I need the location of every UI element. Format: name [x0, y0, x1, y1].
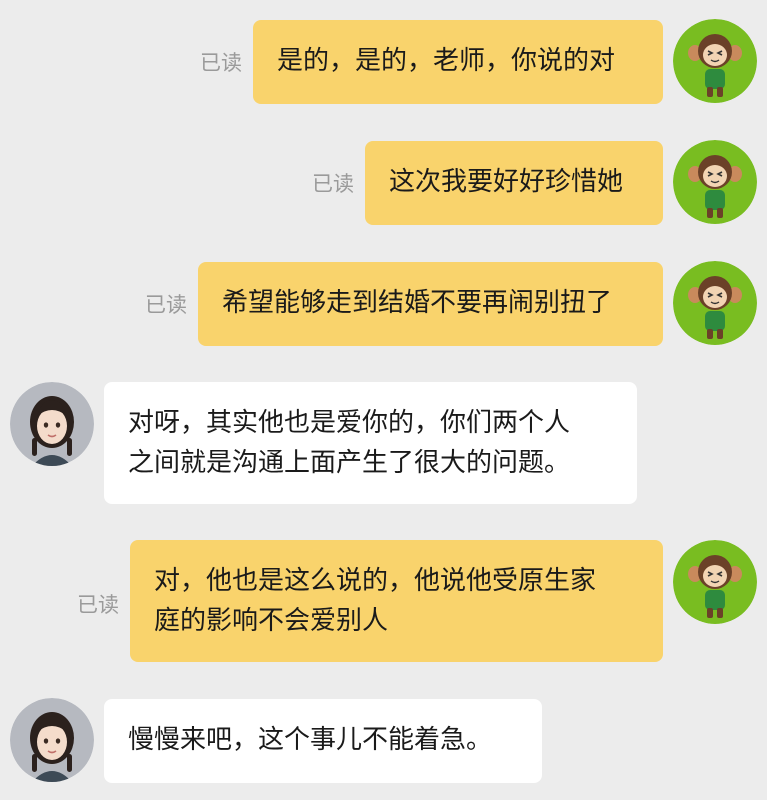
read-receipt: 已读 [312, 172, 354, 196]
message-bubble-incoming[interactable]: 慢慢来吧，这个事儿不能着急。 [104, 699, 542, 783]
monkey-avatar-icon[interactable] [673, 261, 757, 345]
monkey-avatar-icon[interactable] [673, 140, 757, 224]
message-bubble-outgoing[interactable]: 对，他也是这么说的，他说他受原生家 庭的影响不会爱别人 [130, 540, 663, 662]
girl-avatar-icon[interactable] [10, 698, 94, 782]
read-receipt: 已读 [145, 293, 187, 317]
message-bubble-outgoing[interactable]: 是的，是的，老师，你说的对 [253, 20, 663, 104]
read-receipt: 已读 [77, 593, 119, 617]
monkey-avatar-icon[interactable] [673, 19, 757, 103]
message-bubble-outgoing[interactable]: 这次我要好好珍惜她 [365, 141, 663, 225]
monkey-avatar-icon[interactable] [673, 540, 757, 624]
message-bubble-incoming[interactable]: 对呀，其实他也是爱你的，你们两个人 之间就是沟通上面产生了很大的问题。 [104, 382, 637, 504]
message-bubble-outgoing[interactable]: 希望能够走到结婚不要再闹别扭了 [198, 262, 663, 346]
girl-avatar-icon[interactable] [10, 382, 94, 466]
read-receipt: 已读 [200, 51, 242, 75]
